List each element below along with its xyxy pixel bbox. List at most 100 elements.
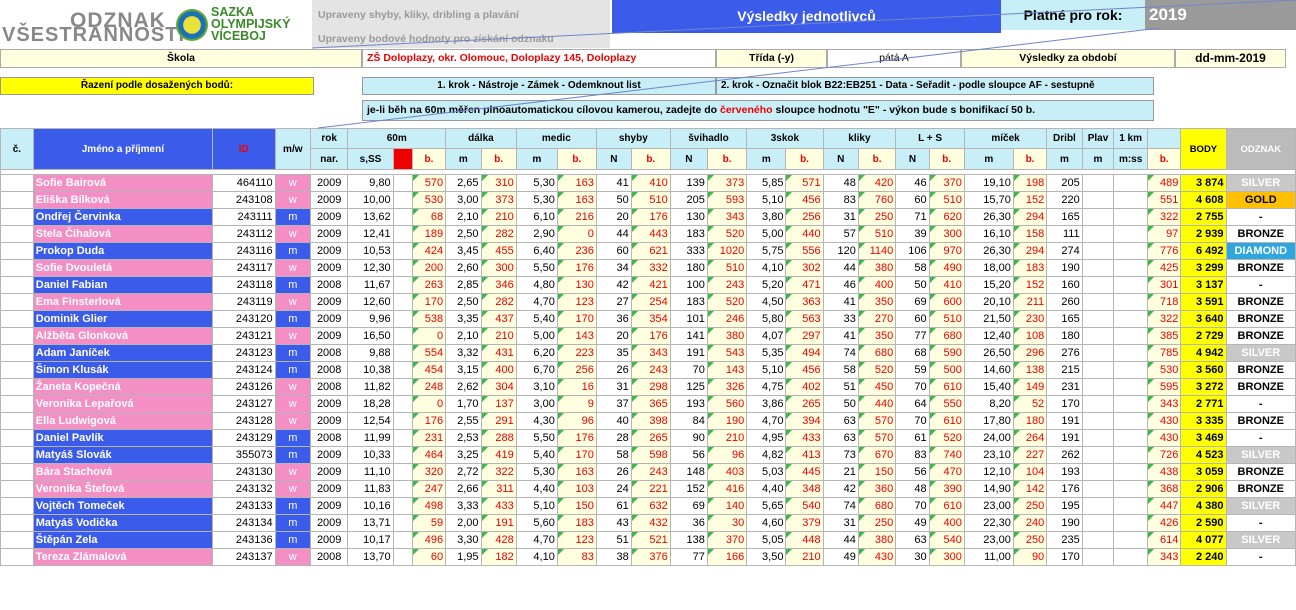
birth-year-cell[interactable]: 2008: [309, 276, 349, 294]
result-cell[interactable]: 5,05: [746, 531, 787, 549]
result-cell[interactable]: 5,30: [515, 191, 558, 209]
empty-input-cell[interactable]: [1081, 208, 1115, 226]
empty-input-cell[interactable]: [392, 327, 413, 345]
empty-input-cell[interactable]: [392, 344, 413, 362]
result-cell[interactable]: 39: [895, 225, 930, 243]
result-cell[interactable]: 36: [669, 514, 708, 532]
result-cell[interactable]: 11,67: [347, 276, 394, 294]
empty-input-cell[interactable]: [1113, 259, 1148, 277]
result-cell[interactable]: 19,10: [963, 174, 1014, 192]
id-cell[interactable]: 243111: [211, 208, 276, 226]
birth-year-cell[interactable]: 2009: [309, 395, 349, 413]
gender-cell[interactable]: m: [274, 446, 311, 464]
row-number-cell[interactable]: [0, 259, 34, 277]
gender-cell[interactable]: w: [274, 412, 311, 430]
birth-year-cell[interactable]: 2009: [309, 327, 349, 345]
result-cell[interactable]: 4,07: [746, 327, 787, 345]
birth-year-cell[interactable]: 2008: [309, 361, 349, 379]
result-cell[interactable]: 276: [1046, 344, 1083, 362]
result-cell[interactable]: 60: [895, 191, 930, 209]
result-cell[interactable]: 5,50: [515, 429, 558, 447]
empty-input-cell[interactable]: [1113, 327, 1148, 345]
result-cell[interactable]: 4,10: [746, 259, 787, 277]
empty-input-cell[interactable]: [392, 242, 413, 260]
birth-year-cell[interactable]: 2008: [309, 548, 349, 566]
gender-cell[interactable]: w: [274, 395, 311, 413]
result-cell[interactable]: 4,70: [515, 531, 558, 549]
result-cell[interactable]: 3,35: [445, 310, 482, 328]
id-cell[interactable]: 243124: [211, 361, 276, 379]
empty-input-cell[interactable]: [392, 225, 413, 243]
id-cell[interactable]: 243132: [211, 480, 276, 498]
result-cell[interactable]: 51: [822, 378, 859, 396]
empty-input-cell[interactable]: [1081, 191, 1115, 209]
result-cell[interactable]: 74: [822, 344, 859, 362]
result-cell[interactable]: 56: [669, 446, 708, 464]
result-cell[interactable]: 1,95: [445, 548, 482, 566]
gender-cell[interactable]: w: [274, 548, 311, 566]
result-cell[interactable]: 180: [669, 259, 708, 277]
empty-input-cell[interactable]: [392, 548, 413, 566]
result-cell[interactable]: 16,50: [347, 327, 394, 345]
result-cell[interactable]: 18,28: [347, 395, 394, 413]
result-cell[interactable]: 190: [1046, 259, 1083, 277]
result-cell[interactable]: 205: [669, 191, 708, 209]
result-cell[interactable]: 49: [895, 514, 930, 532]
result-cell[interactable]: 6,10: [515, 208, 558, 226]
empty-input-cell[interactable]: [392, 276, 413, 294]
name-cell[interactable]: Štěpán Zela: [32, 531, 213, 549]
result-cell[interactable]: 48: [822, 174, 859, 192]
result-cell[interactable]: 51: [595, 531, 632, 549]
empty-input-cell[interactable]: [1113, 208, 1148, 226]
result-cell[interactable]: 14,90: [963, 480, 1014, 498]
result-cell[interactable]: 31: [822, 514, 859, 532]
result-cell[interactable]: 44: [595, 225, 632, 243]
result-cell[interactable]: 2,50: [445, 293, 482, 311]
result-cell[interactable]: 4,80: [515, 276, 558, 294]
name-cell[interactable]: Veronika Štefová: [32, 480, 213, 498]
result-cell[interactable]: 205: [1046, 174, 1083, 192]
empty-input-cell[interactable]: [392, 514, 413, 532]
empty-input-cell[interactable]: [1113, 412, 1148, 430]
name-cell[interactable]: Tereza Zlámalová: [32, 548, 213, 566]
empty-input-cell[interactable]: [1081, 225, 1115, 243]
name-cell[interactable]: Vojtěch Tomeček: [32, 497, 213, 515]
result-cell[interactable]: 57: [822, 225, 859, 243]
name-cell[interactable]: Šimon Klusák: [32, 361, 213, 379]
result-cell[interactable]: 191: [1046, 412, 1083, 430]
result-cell[interactable]: 3,33: [445, 497, 482, 515]
result-cell[interactable]: 23,00: [963, 531, 1014, 549]
id-cell[interactable]: 243121: [211, 327, 276, 345]
gender-cell[interactable]: m: [274, 310, 311, 328]
empty-input-cell[interactable]: [1113, 446, 1148, 464]
gender-cell[interactable]: m: [274, 344, 311, 362]
name-cell[interactable]: Adam Janíček: [32, 344, 213, 362]
name-cell[interactable]: Daniel Pavlík: [32, 429, 213, 447]
result-cell[interactable]: 60: [895, 310, 930, 328]
birth-year-cell[interactable]: 2009: [309, 191, 349, 209]
result-cell[interactable]: 3,10: [515, 378, 558, 396]
empty-input-cell[interactable]: [1081, 276, 1115, 294]
valid-year-cell[interactable]: 2019: [1145, 0, 1296, 30]
result-cell[interactable]: 58: [595, 446, 632, 464]
empty-input-cell[interactable]: [1113, 276, 1148, 294]
row-number-cell[interactable]: [0, 395, 34, 413]
result-cell[interactable]: 84: [669, 412, 708, 430]
result-cell[interactable]: 4,40: [515, 480, 558, 498]
empty-input-cell[interactable]: [1113, 378, 1148, 396]
result-cell[interactable]: 21,50: [963, 310, 1014, 328]
empty-input-cell[interactable]: [1113, 191, 1148, 209]
result-cell[interactable]: 160: [1046, 276, 1083, 294]
row-number-cell[interactable]: [0, 191, 34, 209]
result-cell[interactable]: 165: [1046, 310, 1083, 328]
result-cell[interactable]: 4,75: [746, 378, 787, 396]
result-cell[interactable]: 4,70: [515, 293, 558, 311]
empty-input-cell[interactable]: [392, 378, 413, 396]
result-cell[interactable]: 4,82: [746, 446, 787, 464]
result-cell[interactable]: 31: [595, 378, 632, 396]
result-cell[interactable]: 176: [1046, 480, 1083, 498]
empty-input-cell[interactable]: [1081, 378, 1115, 396]
result-cell[interactable]: 8,20: [963, 395, 1014, 413]
result-cell[interactable]: 27: [595, 293, 632, 311]
result-cell[interactable]: 3,86: [746, 395, 787, 413]
